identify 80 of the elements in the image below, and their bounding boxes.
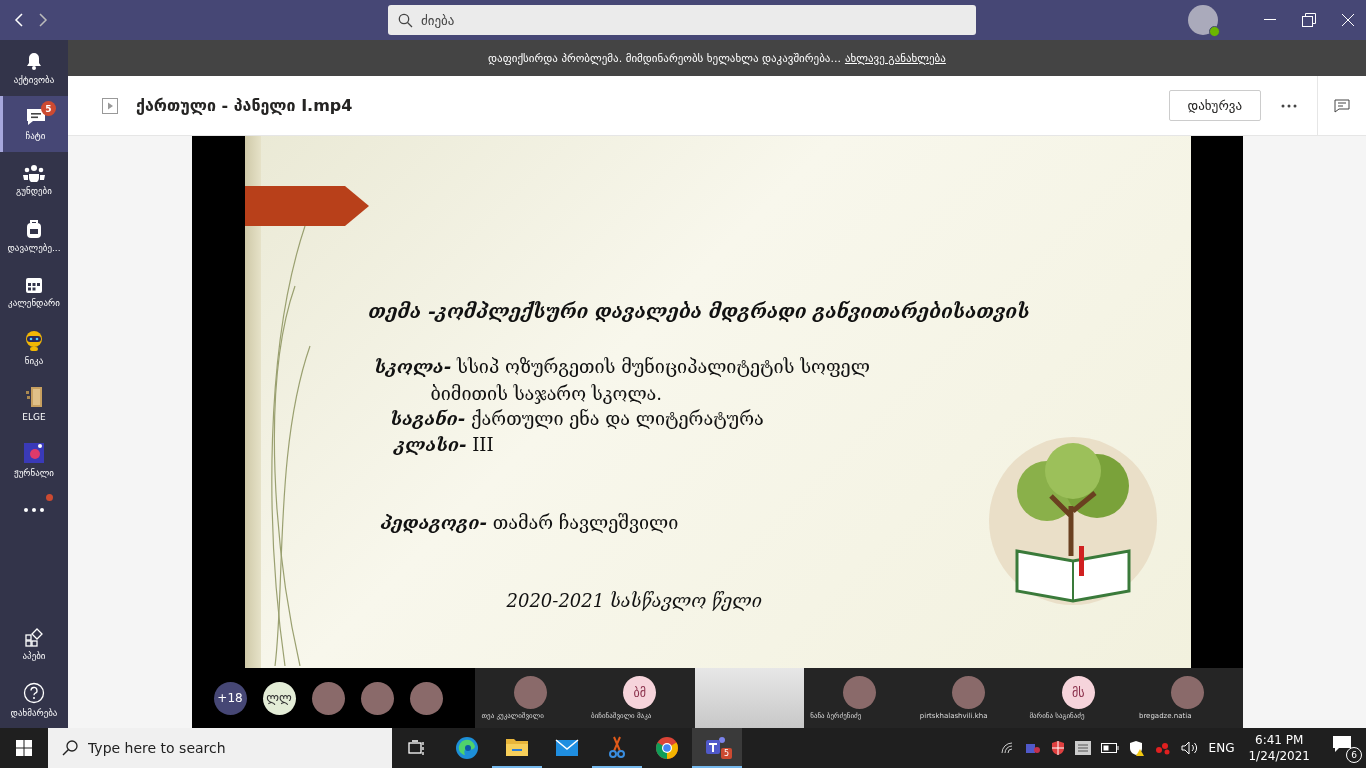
chrome-icon	[655, 736, 679, 760]
people-icon	[23, 164, 45, 182]
slide-text: სკოლა- სსიპ ოზურგეთის მუნიციპალიტეტის სოფელ	[374, 356, 870, 377]
apps-icon	[24, 627, 44, 647]
slide-footer: 2020-2021 სასწავლო წელი	[506, 590, 762, 611]
participant-avatar: ლლ	[262, 681, 296, 715]
notification-count: 6	[1346, 747, 1362, 763]
clock-time[interactable]: 6:41 PM	[1255, 731, 1304, 748]
language-indicator[interactable]: ENG	[1208, 741, 1235, 755]
user-avatar[interactable]	[1188, 5, 1218, 35]
close-button[interactable]: დახურვა	[1168, 90, 1261, 121]
panel-icon[interactable]	[1074, 741, 1091, 755]
connection-message: დაფიქსირდა პრობლემა. მიმდინარეობს ხელახლა დაკავშირება...	[488, 51, 841, 65]
unread-badge: 5	[721, 748, 732, 759]
photo-placeholder	[311, 681, 345, 715]
file-title: ქართული - პანელი I.mp4	[136, 96, 353, 115]
security-warning-icon[interactable]	[1128, 740, 1145, 756]
help-icon	[23, 682, 45, 704]
maximize-icon[interactable]	[1302, 13, 1316, 27]
search-icon	[398, 13, 413, 28]
sidebar-item[interactable]: აპები	[0, 616, 68, 672]
robot-icon	[23, 330, 45, 352]
refresh-link[interactable]: ახლავე განახლება	[844, 51, 946, 65]
scissors-icon	[606, 735, 628, 759]
slide-text: ბიმითის საჯარო სკოლა.	[430, 383, 663, 404]
task-view-icon	[408, 740, 426, 756]
unread-badge: 5	[41, 101, 56, 116]
wifi-icon[interactable]	[1000, 742, 1015, 754]
sidebar-item[interactable]: დახმარება	[0, 672, 68, 728]
browser-icon	[455, 736, 479, 760]
photo-placeholder	[842, 676, 876, 709]
journal-icon	[23, 442, 45, 464]
sidebar-item[interactable]: დავალებე...	[0, 208, 68, 264]
search-field[interactable]: ძიება	[388, 5, 976, 35]
photo-placeholder	[409, 681, 443, 715]
close-icon[interactable]	[1342, 14, 1354, 26]
more-icon[interactable]	[24, 508, 44, 512]
slide-text: საგანი- ქართული ენა და ლიტერატურა	[390, 408, 764, 429]
taskbar-app[interactable]: 5	[692, 728, 742, 768]
message-icon	[1332, 735, 1352, 753]
bell-icon	[24, 51, 44, 71]
photo-placeholder	[360, 681, 394, 715]
photo-placeholder	[513, 676, 547, 709]
sidebar-item[interactable]: გუნდები	[0, 152, 68, 208]
slide-text: კლასი- III	[394, 434, 494, 455]
forward-icon[interactable]	[38, 13, 48, 27]
backpack-icon	[25, 219, 43, 239]
sidebar-item[interactable]: ჟურნალი	[0, 432, 68, 488]
status-dot	[1209, 26, 1220, 37]
sidebar-item[interactable]: ნიკა	[0, 320, 68, 376]
slide-text: პედაგოგი- თამარ ჩავლეშვილი	[380, 512, 679, 533]
chat-icon	[24, 107, 47, 127]
calendar-icon	[25, 276, 43, 294]
overflow-count[interactable]: +18	[213, 681, 247, 715]
battery-icon[interactable]	[1100, 743, 1119, 753]
shield-icon[interactable]	[1050, 740, 1065, 756]
folder-icon	[505, 737, 529, 757]
sidebar-item[interactable]: აქტივობა	[0, 40, 68, 96]
photo-placeholder	[1171, 676, 1205, 709]
search-icon	[62, 740, 78, 756]
chat-icon[interactable]	[1334, 98, 1350, 113]
teams-icon[interactable]	[1024, 741, 1041, 755]
windows-icon[interactable]	[16, 740, 32, 756]
envelope-icon	[555, 739, 579, 757]
dots-cluster-icon[interactable]	[1154, 741, 1171, 755]
clock-date[interactable]: 1/24/2021	[1248, 748, 1310, 765]
video-file-icon	[102, 97, 118, 114]
taskbar-search-field[interactable]: Type here to search	[48, 728, 392, 768]
back-icon[interactable]	[14, 13, 24, 27]
more-options-icon[interactable]	[1281, 103, 1297, 108]
speaker-icon[interactable]	[1180, 741, 1199, 755]
door-icon	[24, 386, 44, 408]
photo-placeholder	[952, 676, 986, 709]
sidebar-item[interactable]: კალენდარი	[0, 264, 68, 320]
sidebar-item[interactable]: ELGE	[0, 376, 68, 432]
sidebar-item[interactable]: ჩატი 5	[0, 96, 68, 152]
slide-heading: თემა -კომპლექსური დავალება მდგრადი განვითარებისათვის	[368, 300, 1030, 322]
participant-avatar: მს	[1061, 676, 1095, 709]
minimize-icon[interactable]	[1264, 19, 1276, 21]
participant-avatar: ბმ	[623, 676, 657, 709]
